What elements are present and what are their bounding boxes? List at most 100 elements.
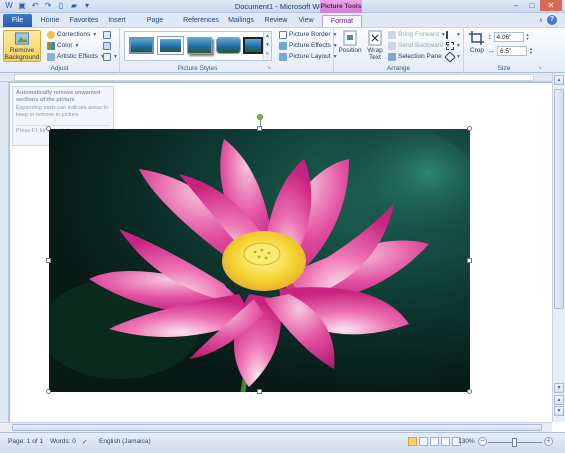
height-spinner[interactable]: ↕ 4.06" ▲ ▼: [488, 32, 529, 42]
picture-style-thumbnail[interactable]: [216, 37, 241, 54]
next-page-button[interactable]: ▼: [554, 406, 564, 416]
chevron-down-icon: ▼: [456, 54, 461, 60]
vertical-scrollbar[interactable]: ▲ ▼ ▲ ▼: [552, 73, 565, 422]
language-indicator[interactable]: English (Jamaica): [99, 438, 151, 445]
resize-handle-top[interactable]: [257, 126, 262, 131]
scroll-down-button[interactable]: ▼: [554, 383, 564, 393]
lotus-flower-image: [49, 129, 470, 392]
picture-styles-group-label: Picture Styles: [177, 65, 218, 72]
picture-layout-button[interactable]: Picture Layout ▼: [279, 52, 338, 62]
proofing-icon[interactable]: ✓: [82, 438, 87, 446]
vertical-scroll-thumb[interactable]: [554, 89, 564, 309]
resize-handle-top-left[interactable]: [46, 126, 51, 131]
title-bar: W ▣ ↶ ↷ ▯ ▰ ▾ Document1 - Microsoft Word…: [0, 0, 565, 13]
resize-handle-bottom[interactable]: [257, 389, 262, 394]
resize-handle-top-right[interactable]: [467, 126, 472, 131]
width-spinner[interactable]: ↔ 6.5" ▲ ▼: [488, 46, 533, 56]
color-button[interactable]: Color ▼: [47, 41, 80, 51]
wrap-text-icon: [368, 30, 382, 46]
tab-review[interactable]: Review: [264, 15, 288, 27]
previous-page-button[interactable]: ▲: [554, 395, 564, 405]
size-group-label: Size: [497, 65, 511, 72]
tab-mailings[interactable]: Mailings: [227, 15, 255, 27]
resize-handle-bottom-right[interactable]: [467, 389, 472, 394]
web-layout-icon[interactable]: [430, 437, 439, 446]
spinner-arrows-icon[interactable]: ▲ ▼: [526, 33, 530, 41]
height-input[interactable]: 4.06": [493, 32, 524, 42]
dialog-launcher-icon[interactable]: ↘: [267, 65, 271, 71]
picture-style-thumbnail[interactable]: [243, 37, 263, 54]
help-icon[interactable]: ?: [547, 15, 557, 25]
reset-picture-button[interactable]: ▼: [103, 52, 118, 62]
picture-border-button[interactable]: Picture Border ▼: [279, 30, 338, 40]
resize-handle-left[interactable]: [46, 258, 51, 263]
picture-styles-gallery[interactable]: ▲ ▼ ≡: [124, 31, 272, 61]
horizontal-ruler[interactable]: [0, 73, 552, 82]
send-backward-button[interactable]: Send Backward ▼: [388, 41, 450, 51]
chevron-down-icon: ▼: [74, 43, 80, 49]
tab-references[interactable]: References: [183, 15, 219, 27]
zoom-out-icon[interactable]: −: [478, 437, 487, 446]
shape-height-icon: ↕: [488, 33, 492, 41]
maximize-button[interactable]: □: [524, 0, 540, 11]
artistic-effects-button[interactable]: Artistic Effects ▼: [47, 52, 105, 62]
zoom-slider-handle[interactable]: [512, 438, 517, 447]
scroll-up-button[interactable]: ▲: [554, 75, 564, 85]
change-picture-button[interactable]: [103, 41, 111, 51]
minimize-ribbon-icon[interactable]: ∧: [539, 17, 543, 24]
dialog-launcher-icon[interactable]: ↘: [538, 65, 542, 71]
print-layout-icon[interactable]: [408, 437, 417, 446]
picture-style-thumbnail[interactable]: [158, 37, 183, 54]
rotation-handle[interactable]: [257, 114, 263, 120]
vertical-ruler[interactable]: [0, 82, 9, 422]
position-icon: [343, 30, 357, 46]
picture-style-thumbnail[interactable]: [187, 37, 212, 54]
crop-button[interactable]: Crop: [467, 30, 487, 54]
tab-insert[interactable]: Insert: [106, 15, 128, 27]
close-button[interactable]: ✕: [540, 0, 562, 11]
group-button[interactable]: ▼: [446, 41, 461, 51]
position-button[interactable]: Position: [338, 30, 362, 54]
tab-view[interactable]: View: [297, 15, 315, 27]
bring-forward-button[interactable]: Bring Forward ▼: [388, 30, 446, 40]
tab-home[interactable]: Home: [38, 15, 62, 27]
horizontal-scroll-thumb[interactable]: [12, 424, 542, 431]
picture-styles-group: ▲ ▼ ≡ Picture Border ▼ Picture Effects ▼ P…: [120, 28, 338, 73]
minimize-button[interactable]: –: [508, 0, 524, 11]
corrections-button[interactable]: Corrections ▼: [47, 30, 97, 40]
selection-pane-button[interactable]: Selection Pane: [388, 52, 442, 62]
resize-handle-right[interactable]: [467, 258, 472, 263]
chevron-down-icon: ▼: [92, 32, 98, 38]
gallery-scroll[interactable]: ▲ ▼ ≡: [263, 32, 271, 60]
selection-pane-label: Selection Pane: [398, 53, 442, 60]
tab-format[interactable]: Format: [322, 15, 362, 27]
rotate-button[interactable]: ▼: [444, 51, 461, 63]
tab-page-layout[interactable]: Page Layout: [136, 15, 174, 36]
color-icon: [47, 42, 55, 50]
width-input[interactable]: 6.5": [497, 46, 527, 56]
full-screen-reading-icon[interactable]: [419, 437, 428, 446]
remove-background-button[interactable]: Remove Background: [3, 30, 41, 62]
spinner-arrows-icon[interactable]: ▲ ▼: [529, 47, 533, 55]
page-count[interactable]: Page: 1 of 1: [8, 438, 43, 445]
send-backward-label: Send Backward: [398, 42, 444, 49]
picture-style-thumbnail[interactable]: [129, 37, 154, 54]
selection-pane-icon: [388, 53, 396, 61]
compress-pictures-button[interactable]: [103, 30, 111, 40]
artistic-effects-icon: [47, 53, 55, 61]
zoom-in-icon[interactable]: +: [544, 437, 553, 446]
resize-handle-bottom-left[interactable]: [46, 389, 51, 394]
reset-picture-icon: [103, 53, 111, 61]
outline-icon[interactable]: [441, 437, 450, 446]
view-buttons: [408, 437, 461, 446]
corrections-icon: [47, 31, 55, 39]
horizontal-scrollbar[interactable]: [0, 422, 552, 432]
lotus-picture[interactable]: [49, 129, 470, 392]
wrap-text-button[interactable]: Wrap Text: [364, 30, 386, 61]
align-button[interactable]: ▼: [446, 30, 461, 40]
tab-file[interactable]: File: [3, 14, 32, 27]
picture-effects-button[interactable]: Picture Effects ▼: [279, 41, 338, 51]
tab-favorites[interactable]: Favorites: [69, 15, 99, 27]
zoom-level[interactable]: 130%: [458, 438, 475, 445]
word-count[interactable]: Words: 0: [50, 438, 76, 445]
